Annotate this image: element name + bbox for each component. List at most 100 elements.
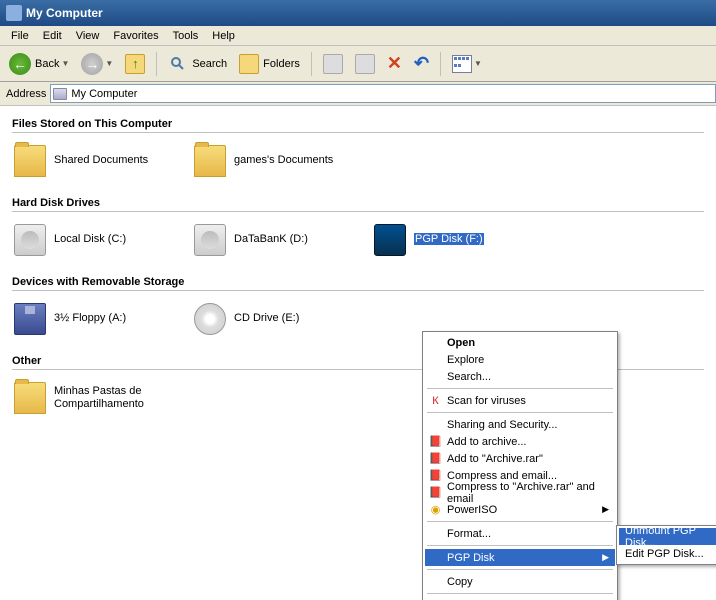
ctx-explore[interactable]: Explore (425, 351, 615, 368)
address-value: My Computer (71, 88, 137, 100)
ctx-scan-viruses[interactable]: КScan for viruses (425, 392, 615, 409)
context-menu: Open Explore Search... КScan for viruses… (422, 331, 618, 600)
separator (427, 412, 613, 413)
ctx-search[interactable]: Search... (425, 368, 615, 385)
separator (427, 388, 613, 389)
folder-up-icon: ↑ (125, 54, 145, 74)
archive-icon: 📕 (428, 468, 443, 483)
forward-button[interactable]: →▼ (76, 50, 118, 78)
search-button[interactable]: Search (163, 50, 232, 78)
folders-button[interactable]: Folders (234, 50, 305, 78)
item-label: CD Drive (E:) (234, 312, 299, 325)
item-shared-documents[interactable]: Shared Documents (12, 143, 192, 179)
section-removable: Devices with Removable Storage (12, 276, 704, 291)
archive-icon: 📕 (428, 485, 443, 500)
ctx-copy[interactable]: Copy (425, 573, 615, 590)
menu-help[interactable]: Help (205, 28, 242, 44)
item-games-documents[interactable]: games's Documents (192, 143, 372, 179)
pgp-submenu: Unmount PGP Disk... Edit PGP Disk... (616, 525, 716, 565)
ctx-poweriso[interactable]: ◉PowerISO▶ (425, 501, 615, 518)
up-button[interactable]: ↑ (120, 50, 150, 78)
forward-arrow-icon: → (81, 53, 103, 75)
ctx-add-rar[interactable]: 📕Add to "Archive.rar" (425, 450, 615, 467)
submenu-arrow-icon: ▶ (602, 552, 609, 563)
item-local-disk-c[interactable]: Local Disk (C:) (12, 222, 192, 258)
chevron-down-icon: ▼ (105, 59, 113, 68)
menubar: File Edit View Favorites Tools Help (0, 26, 716, 46)
sub-unmount[interactable]: Unmount PGP Disk... (619, 528, 716, 545)
item-label: 3½ Floppy (A:) (54, 312, 126, 325)
item-pgp-disk-f[interactable]: PGP Disk (F:) (372, 222, 552, 258)
moveto-icon (323, 54, 343, 74)
mycomputer-icon (53, 88, 67, 100)
item-label: Minhas Pastas de Compartilhamento (54, 385, 164, 411)
poweriso-icon: ◉ (428, 502, 443, 517)
menu-tools[interactable]: Tools (166, 28, 206, 44)
toolbar: ←Back▼ →▼ ↑ Search Folders ✕ ↶ ▼ (0, 46, 716, 82)
ctx-add-archive[interactable]: 📕Add to archive... (425, 433, 615, 450)
chevron-down-icon: ▼ (61, 59, 69, 68)
mycomputer-icon (6, 5, 22, 21)
separator (440, 52, 441, 76)
ctx-sharing[interactable]: Sharing and Security... (425, 416, 615, 433)
copyto-button[interactable] (350, 50, 380, 78)
item-label: DaTaBanK (D:) (234, 233, 308, 246)
delete-icon: ✕ (387, 53, 402, 74)
content-area: Files Stored on This Computer Shared Doc… (0, 106, 716, 600)
menu-file[interactable]: File (4, 28, 36, 44)
item-cd-drive-e[interactable]: CD Drive (E:) (192, 301, 372, 337)
item-label: Local Disk (C:) (54, 233, 126, 246)
copyto-icon (355, 54, 375, 74)
moveto-button[interactable] (318, 50, 348, 78)
ctx-format[interactable]: Format... (425, 525, 615, 542)
harddisk-icon (14, 224, 46, 256)
item-label: games's Documents (234, 154, 333, 167)
undo-icon: ↶ (414, 53, 429, 74)
separator (427, 569, 613, 570)
views-icon (452, 55, 472, 73)
item-minhas-pastas[interactable]: Minhas Pastas de Compartilhamento (12, 380, 192, 416)
ctx-compress-rar-email[interactable]: 📕Compress to "Archive.rar" and email (425, 484, 615, 501)
folder-icon (194, 145, 226, 177)
item-label: PGP Disk (F:) (414, 233, 484, 245)
separator (311, 52, 312, 76)
sub-edit[interactable]: Edit PGP Disk... (619, 545, 716, 562)
back-button[interactable]: ←Back▼ (4, 50, 74, 78)
address-bar: Address My Computer (0, 82, 716, 106)
ctx-pgp-disk[interactable]: PGP Disk▶ (425, 549, 615, 566)
item-floppy-a[interactable]: 3½ Floppy (A:) (12, 301, 192, 337)
search-icon (168, 54, 188, 74)
section-hard-disks: Hard Disk Drives (12, 197, 704, 212)
archive-icon: 📕 (428, 451, 443, 466)
chevron-down-icon: ▼ (474, 59, 482, 68)
menu-favorites[interactable]: Favorites (106, 28, 165, 44)
titlebar: My Computer (0, 0, 716, 26)
menu-view[interactable]: View (69, 28, 107, 44)
undo-button[interactable]: ↶ (409, 50, 434, 78)
separator (156, 52, 157, 76)
delete-button[interactable]: ✕ (382, 50, 407, 78)
archive-icon: 📕 (428, 434, 443, 449)
item-databank-d[interactable]: DaTaBanK (D:) (192, 222, 372, 258)
antivirus-icon: К (428, 393, 443, 408)
back-arrow-icon: ← (9, 53, 31, 75)
pgpdisk-icon (374, 224, 406, 256)
floppy-icon (14, 303, 46, 335)
submenu-arrow-icon: ▶ (602, 504, 609, 515)
separator (427, 521, 613, 522)
separator (427, 593, 613, 594)
address-field[interactable]: My Computer (50, 84, 716, 103)
views-button[interactable]: ▼ (447, 50, 487, 78)
separator (427, 545, 613, 546)
address-label: Address (6, 88, 46, 100)
window-title: My Computer (26, 6, 103, 20)
ctx-open[interactable]: Open (425, 334, 615, 351)
cd-icon (194, 303, 226, 335)
section-files-stored: Files Stored on This Computer (12, 118, 704, 133)
menu-edit[interactable]: Edit (36, 28, 69, 44)
folders-icon (239, 54, 259, 74)
item-label: Shared Documents (54, 154, 148, 167)
harddisk-icon (194, 224, 226, 256)
folder-shared-icon (14, 382, 46, 414)
folder-icon (14, 145, 46, 177)
